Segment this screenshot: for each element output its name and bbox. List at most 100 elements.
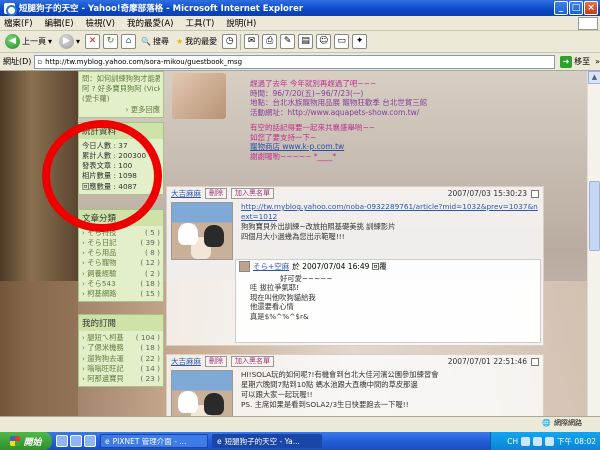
go-button[interactable]: ➜ 移至: [558, 55, 592, 68]
yahoo-toolbar-icon[interactable]: ✦: [352, 34, 368, 49]
menu-edit[interactable]: 編輯(E): [45, 17, 74, 29]
entry-date: 2007/07/01 22:51:46: [447, 357, 527, 366]
discuss-icon[interactable]: ▤: [298, 34, 314, 49]
category-item[interactable]: › そら日記( 39 ): [82, 238, 160, 248]
category-item[interactable]: › そら543( 18 ): [82, 279, 160, 289]
guestbook-entry: 大吉麻麻 刪除 加入黑名單 2007/07/03 15:30:23 http:/…: [166, 186, 544, 346]
window-title: 短腿狗子的天空 - Yahoo!奇摩部落格 - Microsoft Intern…: [19, 4, 304, 14]
edit-icon[interactable]: ✎: [280, 34, 296, 49]
window-titlebar[interactable]: 短腿狗子的天空 - Yahoo!奇摩部落格 - Microsoft Intern…: [0, 0, 600, 16]
entry-link[interactable]: http://tw.myblog.yahoo.com/noba-09322897…: [241, 202, 539, 222]
close-button[interactable]: ×: [584, 1, 598, 15]
subscription-item[interactable]: › 了偲米機務( 18 ): [82, 343, 160, 353]
guestbook-announcement: 趕過了去年 今年就別再趕過了吧~~~ 時間：96/7/20(五)~96/7/23…: [166, 71, 544, 183]
forward-button[interactable]: ▶ ▾: [57, 33, 82, 51]
address-bar: 網址(D) ▫ http://tw.myblog.yahoo.com/sora-…: [0, 53, 600, 71]
address-input[interactable]: ▫ http://tw.myblog.yahoo.com/sora-mikou/…: [34, 54, 556, 69]
reply-meta: 於 2007/07/04 16:49 回覆: [292, 262, 387, 271]
subscription-item[interactable]: › 遛狗狗去運( 22 ): [82, 354, 160, 364]
ie-logo-icon: e: [217, 436, 222, 446]
recent-comments-box: 問：如何訓練狗狗才能教好牠？... 阿 ? 好多寶貝狗阿 (Vicky) (愛卡…: [78, 71, 164, 118]
search-button[interactable]: 🔍 搜尋: [139, 33, 171, 51]
blacklist-button[interactable]: 加入黑名單: [231, 356, 274, 367]
quick-launch-icon[interactable]: [56, 435, 68, 447]
chevron-down-icon: ▾: [48, 37, 53, 46]
menu-favorites[interactable]: 我的最愛(A): [127, 17, 173, 29]
category-item[interactable]: › 飼養經驗( 2 ): [82, 269, 160, 279]
language-indicator[interactable]: CH: [507, 437, 518, 446]
stop-icon[interactable]: ✕: [85, 34, 101, 49]
vertical-scrollbar[interactable]: ▲ ▼: [587, 71, 600, 429]
comment-link[interactable]: (愛卡蘿): [82, 94, 160, 104]
delete-button[interactable]: 刪除: [205, 356, 227, 367]
shop-link[interactable]: 寵物商店 www.k-p.com.tw: [250, 142, 427, 152]
search-label: 搜尋: [153, 37, 169, 46]
author-link[interactable]: 大吉麻麻: [171, 356, 201, 367]
system-tray: CH 下午 08:02: [490, 432, 600, 450]
tray-icon[interactable]: [533, 436, 542, 446]
history-icon[interactable]: ◷: [222, 34, 238, 49]
favorites-button[interactable]: ★ 我的最愛: [174, 33, 219, 51]
category-item[interactable]: › そら用品( 8 ): [82, 248, 160, 258]
zone-label: 網際網路: [554, 419, 582, 427]
author-link[interactable]: 大吉麻麻: [171, 188, 201, 199]
entry-checkbox[interactable]: [531, 189, 539, 198]
guestbook-main: 趕過了去年 今年就別再趕過了吧~~~ 時間：96/7/20(五)~96/7/23…: [166, 71, 544, 429]
entry-checkbox[interactable]: [531, 357, 539, 366]
back-arrow-icon: ◀: [5, 34, 20, 49]
ie-logo-icon: [4, 2, 17, 16]
scroll-up-arrow-icon[interactable]: ▲: [588, 71, 600, 84]
messenger-icon[interactable]: ☺: [316, 34, 332, 49]
chevron-down-icon: ▾: [76, 37, 81, 46]
subscriptions-title: 我的訂閱: [79, 315, 163, 332]
start-button[interactable]: 開始: [0, 432, 52, 450]
delete-button[interactable]: 刪除: [205, 188, 227, 199]
more-comments-link[interactable]: › 更多回應: [82, 105, 160, 115]
menu-file[interactable]: 檔案(F): [4, 17, 33, 29]
subscription-item[interactable]: › 阿那邊寶貝( 23 ): [82, 374, 160, 384]
clock: 下午 08:02: [557, 436, 596, 446]
links-icon[interactable]: »: [595, 57, 600, 66]
print-icon[interactable]: ⎙: [262, 34, 278, 49]
window-controls: _ □ ×: [554, 1, 598, 15]
reply-author-link[interactable]: そら+空麻: [253, 261, 289, 272]
comment-link[interactable]: 阿 ? 好多寶貝狗阿 (Vicky): [82, 84, 160, 94]
tray-icon[interactable]: [521, 436, 530, 446]
scrollbar-thumb[interactable]: [589, 181, 600, 251]
home-icon[interactable]: ⌂: [121, 34, 137, 49]
menu-tools[interactable]: 工具(T): [185, 17, 214, 29]
menu-view[interactable]: 檢視(V): [86, 17, 115, 29]
red-highlight-circle: [42, 120, 162, 232]
search-icon: 🔍: [141, 37, 151, 46]
back-button[interactable]: ◀ 上一頁 ▾: [3, 33, 54, 51]
category-item[interactable]: › 柯基網路( 15 ): [82, 289, 160, 299]
blacklist-button[interactable]: 加入黑名單: [231, 188, 274, 199]
page-icon: ▫: [37, 57, 43, 66]
category-item[interactable]: › そら寵物( 12 ): [82, 258, 160, 268]
owner-photo: [172, 73, 226, 119]
mail-icon[interactable]: ✉: [244, 34, 260, 49]
go-arrow-icon: ➜: [560, 55, 573, 68]
quick-launch-icon[interactable]: [84, 435, 96, 447]
minimize-button[interactable]: _: [554, 1, 568, 15]
maximize-button[interactable]: □: [569, 1, 583, 15]
taskbar-item-pixnet[interactable]: e PIXNET 管理介面 - ...: [100, 434, 208, 448]
back-label: 上一頁: [22, 37, 46, 46]
star-icon: ★: [176, 37, 184, 46]
taskbar-item-blog[interactable]: e 短腿狗子的天空 - Ya...: [212, 434, 322, 448]
refresh-icon[interactable]: ↻: [103, 34, 119, 49]
subscription-item[interactable]: › 嗡嗡旺旺記( 14 ): [82, 364, 160, 374]
folder-icon[interactable]: ▭: [334, 34, 350, 49]
menu-help[interactable]: 說明(H): [226, 17, 256, 29]
announcement-text: 趕過了去年 今年就別再趕過了吧~~~ 時間：96/7/20(五)~96/7/23…: [250, 79, 428, 161]
menu-bar: 檔案(F) 編輯(E) 檢視(V) 我的最愛(A) 工具(T) 說明(H): [0, 16, 600, 31]
tray-icon[interactable]: [545, 436, 554, 446]
ie-logo-icon: e: [105, 436, 110, 446]
subscriptions-box: 我的訂閱 › 腿短ㄟ柯基( 104 ) › 了偲米機務( 18 ) › 遛狗狗去…: [78, 314, 164, 388]
quick-launch-icon[interactable]: [70, 435, 82, 447]
windows-logo-icon: [578, 17, 598, 30]
subscription-item[interactable]: › 腿短ㄟ柯基( 104 ): [82, 333, 160, 343]
comment-link[interactable]: 問：如何訓練狗狗才能教好牠？...: [82, 74, 160, 84]
owner-reply: そら+空麻 於 2007/07/04 16:49 回覆 好可愛~~~~~ 哇 拔…: [235, 259, 541, 343]
address-url: http://tw.myblog.yahoo.com/sora-mikou/gu…: [45, 57, 243, 66]
